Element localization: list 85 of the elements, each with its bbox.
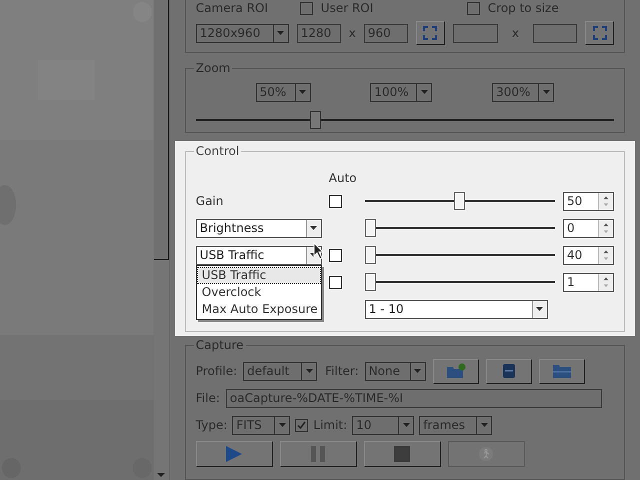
crop-width-field[interactable] xyxy=(452,24,498,42)
range-select[interactable]: 1 - 10 xyxy=(364,300,548,319)
file-name-field[interactable]: oaCapture-%DATE-%TIME-%I xyxy=(226,388,602,408)
control-select[interactable]: USB Traffic xyxy=(196,246,322,265)
dropdown-arrow-icon xyxy=(278,423,286,428)
spin-box[interactable]: 0 xyxy=(563,218,614,238)
slider-handle[interactable] xyxy=(364,219,376,238)
control-select[interactable]: Brightness xyxy=(196,218,322,238)
dropdown-option[interactable]: Overclock xyxy=(196,284,321,301)
file-label: File: xyxy=(196,390,220,408)
height-field[interactable]: 960 xyxy=(364,24,408,42)
zoom-preset-select[interactable]: 300% xyxy=(492,82,554,102)
running-figure-icon xyxy=(479,446,494,461)
zoom-preset-select[interactable]: 100% xyxy=(370,82,432,102)
slider-handle[interactable] xyxy=(310,110,321,129)
pause-button[interactable] xyxy=(280,440,357,467)
toolbar-button[interactable] xyxy=(486,358,532,384)
checkbox[interactable] xyxy=(328,276,342,289)
resolution-select[interactable]: 1280x960 xyxy=(196,24,289,42)
toolbar-button[interactable] xyxy=(538,358,585,384)
profile-label: Profile: xyxy=(196,363,238,380)
scrollbar-thumb[interactable] xyxy=(154,0,169,260)
scrollbar[interactable] xyxy=(154,0,169,480)
slider-handle[interactable] xyxy=(364,273,376,292)
toolbar-button[interactable] xyxy=(432,358,479,384)
dropdown-arrow-icon xyxy=(480,423,488,428)
checkbox[interactable] xyxy=(466,2,480,14)
checkbox[interactable] xyxy=(295,418,308,432)
times-label: x xyxy=(510,25,520,42)
dropdown-arrow-icon xyxy=(277,31,284,35)
spin-box[interactable]: 1 xyxy=(563,272,614,292)
check-icon xyxy=(297,420,306,430)
save-icon xyxy=(502,363,516,380)
limit-unit-select[interactable]: frames xyxy=(419,416,492,435)
slider[interactable] xyxy=(364,219,555,238)
times-label: x xyxy=(348,25,356,42)
slider[interactable] xyxy=(364,246,555,264)
control-label: Gain xyxy=(196,194,224,208)
type-select[interactable]: FITS xyxy=(232,416,290,435)
dropdown-arrow-icon xyxy=(420,90,428,94)
crop-height-field[interactable] xyxy=(533,24,577,42)
dropdown-option[interactable]: USB Traffic xyxy=(196,266,321,284)
play-icon xyxy=(225,446,244,462)
dropdown-arrow-icon xyxy=(414,369,422,374)
expand-icon xyxy=(592,26,606,40)
spin-box[interactable]: 50 xyxy=(563,192,614,211)
camera-roi-label: Camera ROI xyxy=(196,0,270,17)
pause-icon xyxy=(311,446,326,462)
new-folder-icon xyxy=(446,363,466,380)
slider[interactable] xyxy=(364,273,555,292)
play-button[interactable] xyxy=(196,440,273,467)
filter-select[interactable]: None xyxy=(364,362,426,381)
dropdown-arrow-icon xyxy=(402,423,410,428)
type-label: Type: xyxy=(196,417,228,434)
auto-label: Auto xyxy=(328,170,357,187)
limit-label: Limit: xyxy=(313,417,348,434)
zoom-preset-select[interactable]: 50% xyxy=(256,82,311,102)
slider-handle[interactable] xyxy=(454,192,466,210)
dropdown-arrow-icon xyxy=(536,307,544,312)
slider-handle[interactable] xyxy=(364,246,376,264)
cursor-icon xyxy=(312,242,325,260)
spin-box[interactable]: 40 xyxy=(563,246,614,265)
dropdown-arrow-icon xyxy=(542,90,550,94)
width-field[interactable]: 1280 xyxy=(296,24,341,42)
filter-label: Filter: xyxy=(325,363,359,380)
stop-button[interactable] xyxy=(364,440,441,467)
stop-icon xyxy=(394,446,410,462)
dropdown-arrow-icon xyxy=(299,90,306,94)
dropdown-option[interactable]: Max Auto Exposure xyxy=(196,300,321,318)
slider[interactable] xyxy=(196,110,614,129)
fit-button[interactable] xyxy=(416,21,445,45)
folder-icon xyxy=(552,363,572,380)
checkbox[interactable] xyxy=(300,2,313,14)
user-roi-label: User ROI xyxy=(320,0,374,17)
dropdown-arrow-icon xyxy=(306,369,313,374)
limit-select[interactable]: 10 xyxy=(352,416,414,435)
scroll-down-icon[interactable] xyxy=(157,473,166,477)
checkbox[interactable] xyxy=(328,194,342,208)
dropdown-arrow-icon xyxy=(310,226,318,230)
expand-icon xyxy=(423,26,438,40)
slider[interactable] xyxy=(364,192,555,210)
crop-label: Crop to size xyxy=(488,0,559,17)
profile-select[interactable]: default xyxy=(243,362,318,381)
fit-button[interactable] xyxy=(585,21,614,45)
checkbox[interactable] xyxy=(328,248,342,262)
